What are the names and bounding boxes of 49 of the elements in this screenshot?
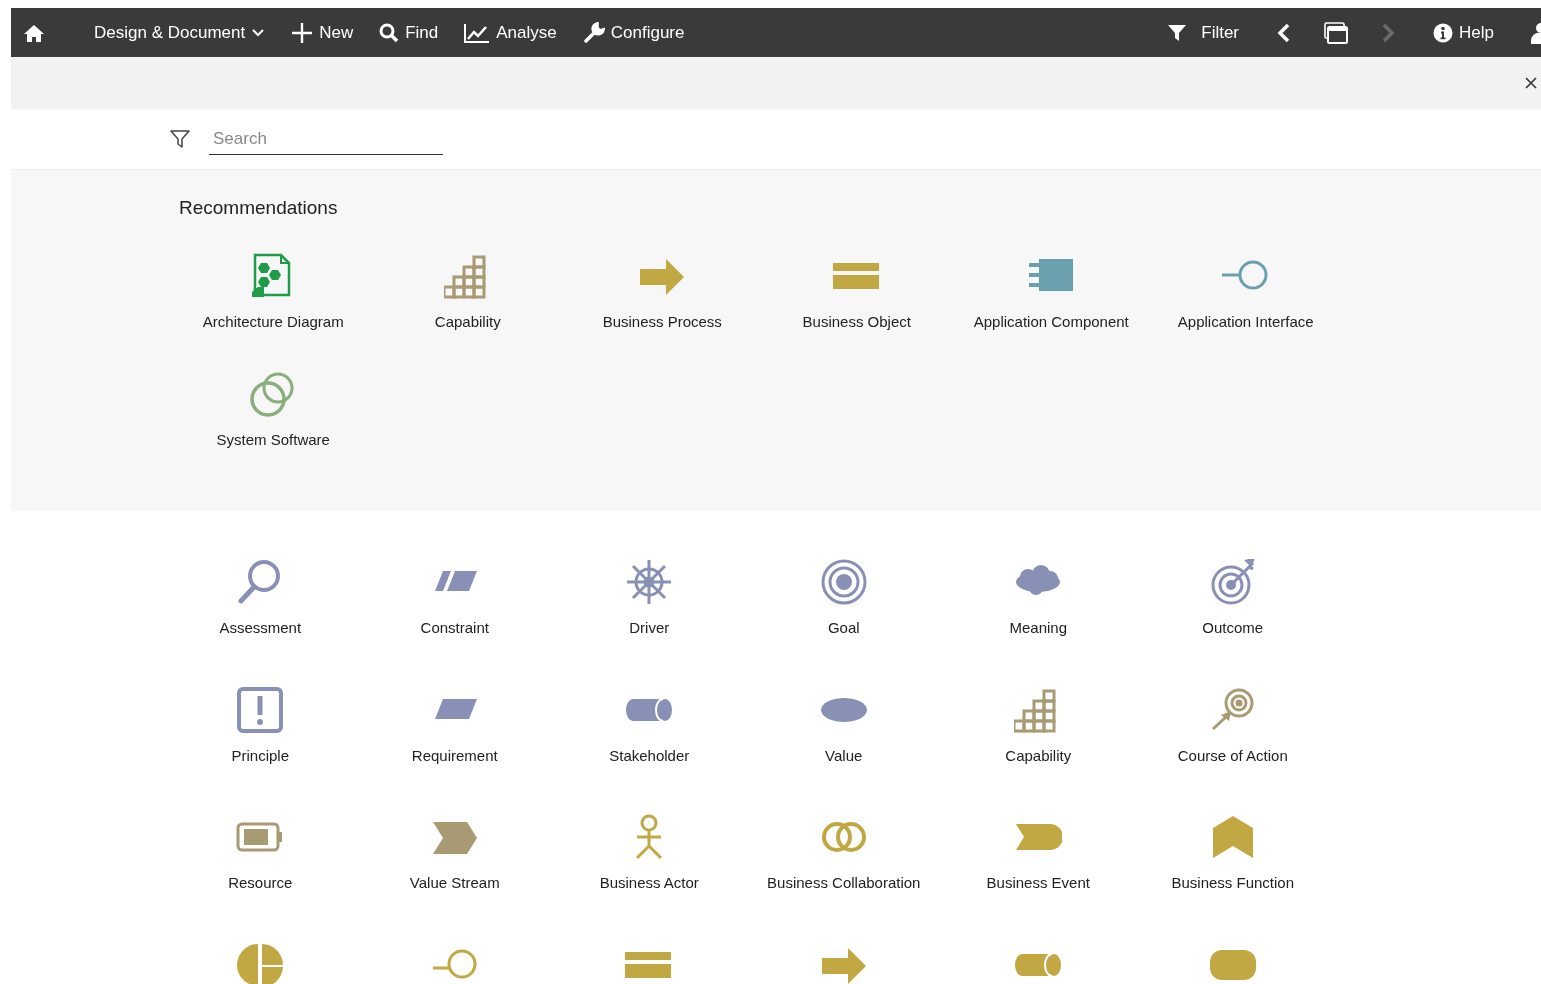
wheel-icon[interactable] <box>625 559 674 605</box>
search-icon <box>379 22 400 43</box>
user-icon[interactable] <box>1531 21 1541 44</box>
search-field[interactable]: Search <box>209 123 443 155</box>
element-type-item[interactable]: Constraint <box>420 617 489 640</box>
element-type-item[interactable]: Requirement <box>411 744 498 767</box>
element-type-item[interactable]: Capability <box>1005 744 1072 767</box>
element-type-item[interactable]: Outcome <box>1202 617 1264 640</box>
element-type-item[interactable]: Business Actor <box>599 872 699 895</box>
plus-icon <box>291 21 314 44</box>
element-type-item[interactable]: Driver <box>629 617 670 640</box>
exclamation-icon[interactable] <box>236 686 285 733</box>
element-type-item[interactable]: System Software <box>216 429 330 452</box>
element-type-item[interactable]: Value <box>825 744 863 767</box>
chevron-right-icon <box>1380 22 1397 43</box>
element-type-item[interactable]: Application Component <box>973 310 1129 333</box>
element-type-item[interactable]: Business Object <box>802 310 911 333</box>
toolbar-button[interactable]: Filter <box>1154 8 1253 57</box>
toolbar-button[interactable]: Configure <box>569 8 698 57</box>
element-type-item[interactable]: Business Function <box>1171 872 1295 895</box>
wrench-icon <box>582 21 605 44</box>
filter-icon[interactable] <box>169 128 191 150</box>
element-type-item[interactable]: Resource <box>228 872 293 895</box>
toolbar-button[interactable]: Analyse <box>451 8 570 57</box>
section-title: Recommendations <box>179 196 339 220</box>
target-icon[interactable] <box>819 559 868 605</box>
toolbar-button[interactable]: Help <box>1420 8 1507 57</box>
element-type-item[interactable]: Meaning <box>1009 617 1067 640</box>
element-type-item[interactable]: Application Interface <box>1177 310 1314 333</box>
element-type-item[interactable]: Architecture Diagram <box>202 310 344 333</box>
toolbar-button[interactable]: Find <box>366 8 452 57</box>
info-icon <box>1433 22 1454 43</box>
toolbar-button[interactable]: New <box>278 8 367 57</box>
windows-icon[interactable] <box>1324 21 1349 44</box>
element-type-item[interactable]: Value Stream <box>409 872 500 895</box>
menu-dropdown[interactable]: Design & Document <box>81 8 279 57</box>
element-type-item[interactable]: Course of Action <box>1177 744 1288 767</box>
element-type-item[interactable]: Assessment <box>219 617 302 640</box>
line-chart-icon <box>464 22 491 43</box>
element-type-item[interactable]: Business Event <box>986 872 1090 895</box>
element-type-item[interactable]: Stakeholder <box>609 744 690 767</box>
element-type-item[interactable]: Capability <box>434 310 501 333</box>
element-type-item[interactable]: Principle <box>231 744 289 767</box>
element-type-item[interactable]: Business Collaboration <box>767 872 921 895</box>
filter-icon <box>1167 22 1188 43</box>
element-type-item[interactable]: Goal <box>827 617 860 640</box>
home-icon[interactable] <box>23 22 45 43</box>
chevron-down-icon <box>251 27 266 38</box>
element-type-item[interactable]: Business Process <box>602 310 722 333</box>
